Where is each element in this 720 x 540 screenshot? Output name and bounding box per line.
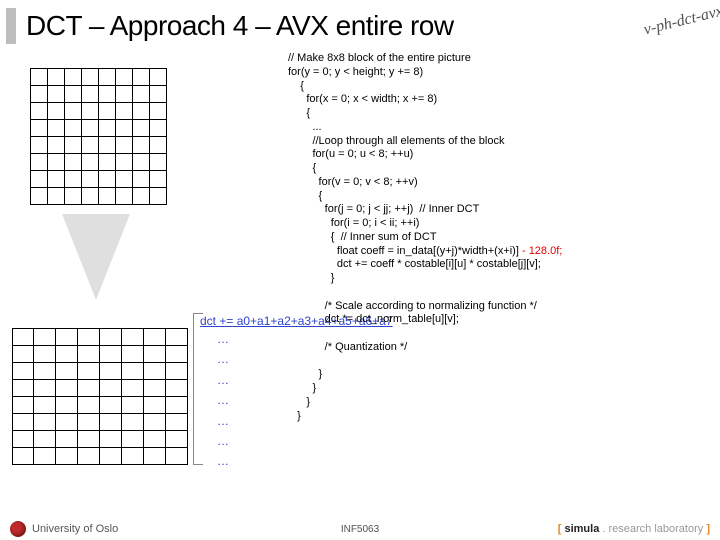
top-8x8-grid xyxy=(30,68,166,204)
slide-footer: University of Oslo INF5063 [ simula . re… xyxy=(0,518,720,540)
ellipsis-rows: ………………… xyxy=(217,329,231,472)
university-label: University of Oslo xyxy=(32,523,118,535)
bottom-8x8-grid xyxy=(12,328,187,464)
funnel-arrow xyxy=(62,214,130,300)
slide-title: DCT – Approach 4 – AVX entire row xyxy=(26,10,454,42)
slide-title-row: DCT – Approach 4 – AVX entire row xyxy=(0,0,720,44)
footer-center: INF5063 xyxy=(341,524,379,535)
footer-left: University of Oslo xyxy=(10,521,118,537)
title-accent-bar xyxy=(6,8,16,44)
slide-body: dct += a0+a1+a2+a3+a4+a5+a6+a7 ………………… /… xyxy=(0,44,720,504)
bracket-indicator xyxy=(193,313,203,465)
code-block: // Make 8x8 block of the entire picture … xyxy=(288,52,708,423)
university-seal-icon xyxy=(10,521,26,537)
footer-right: [ simula . research laboratory ] xyxy=(558,523,710,535)
